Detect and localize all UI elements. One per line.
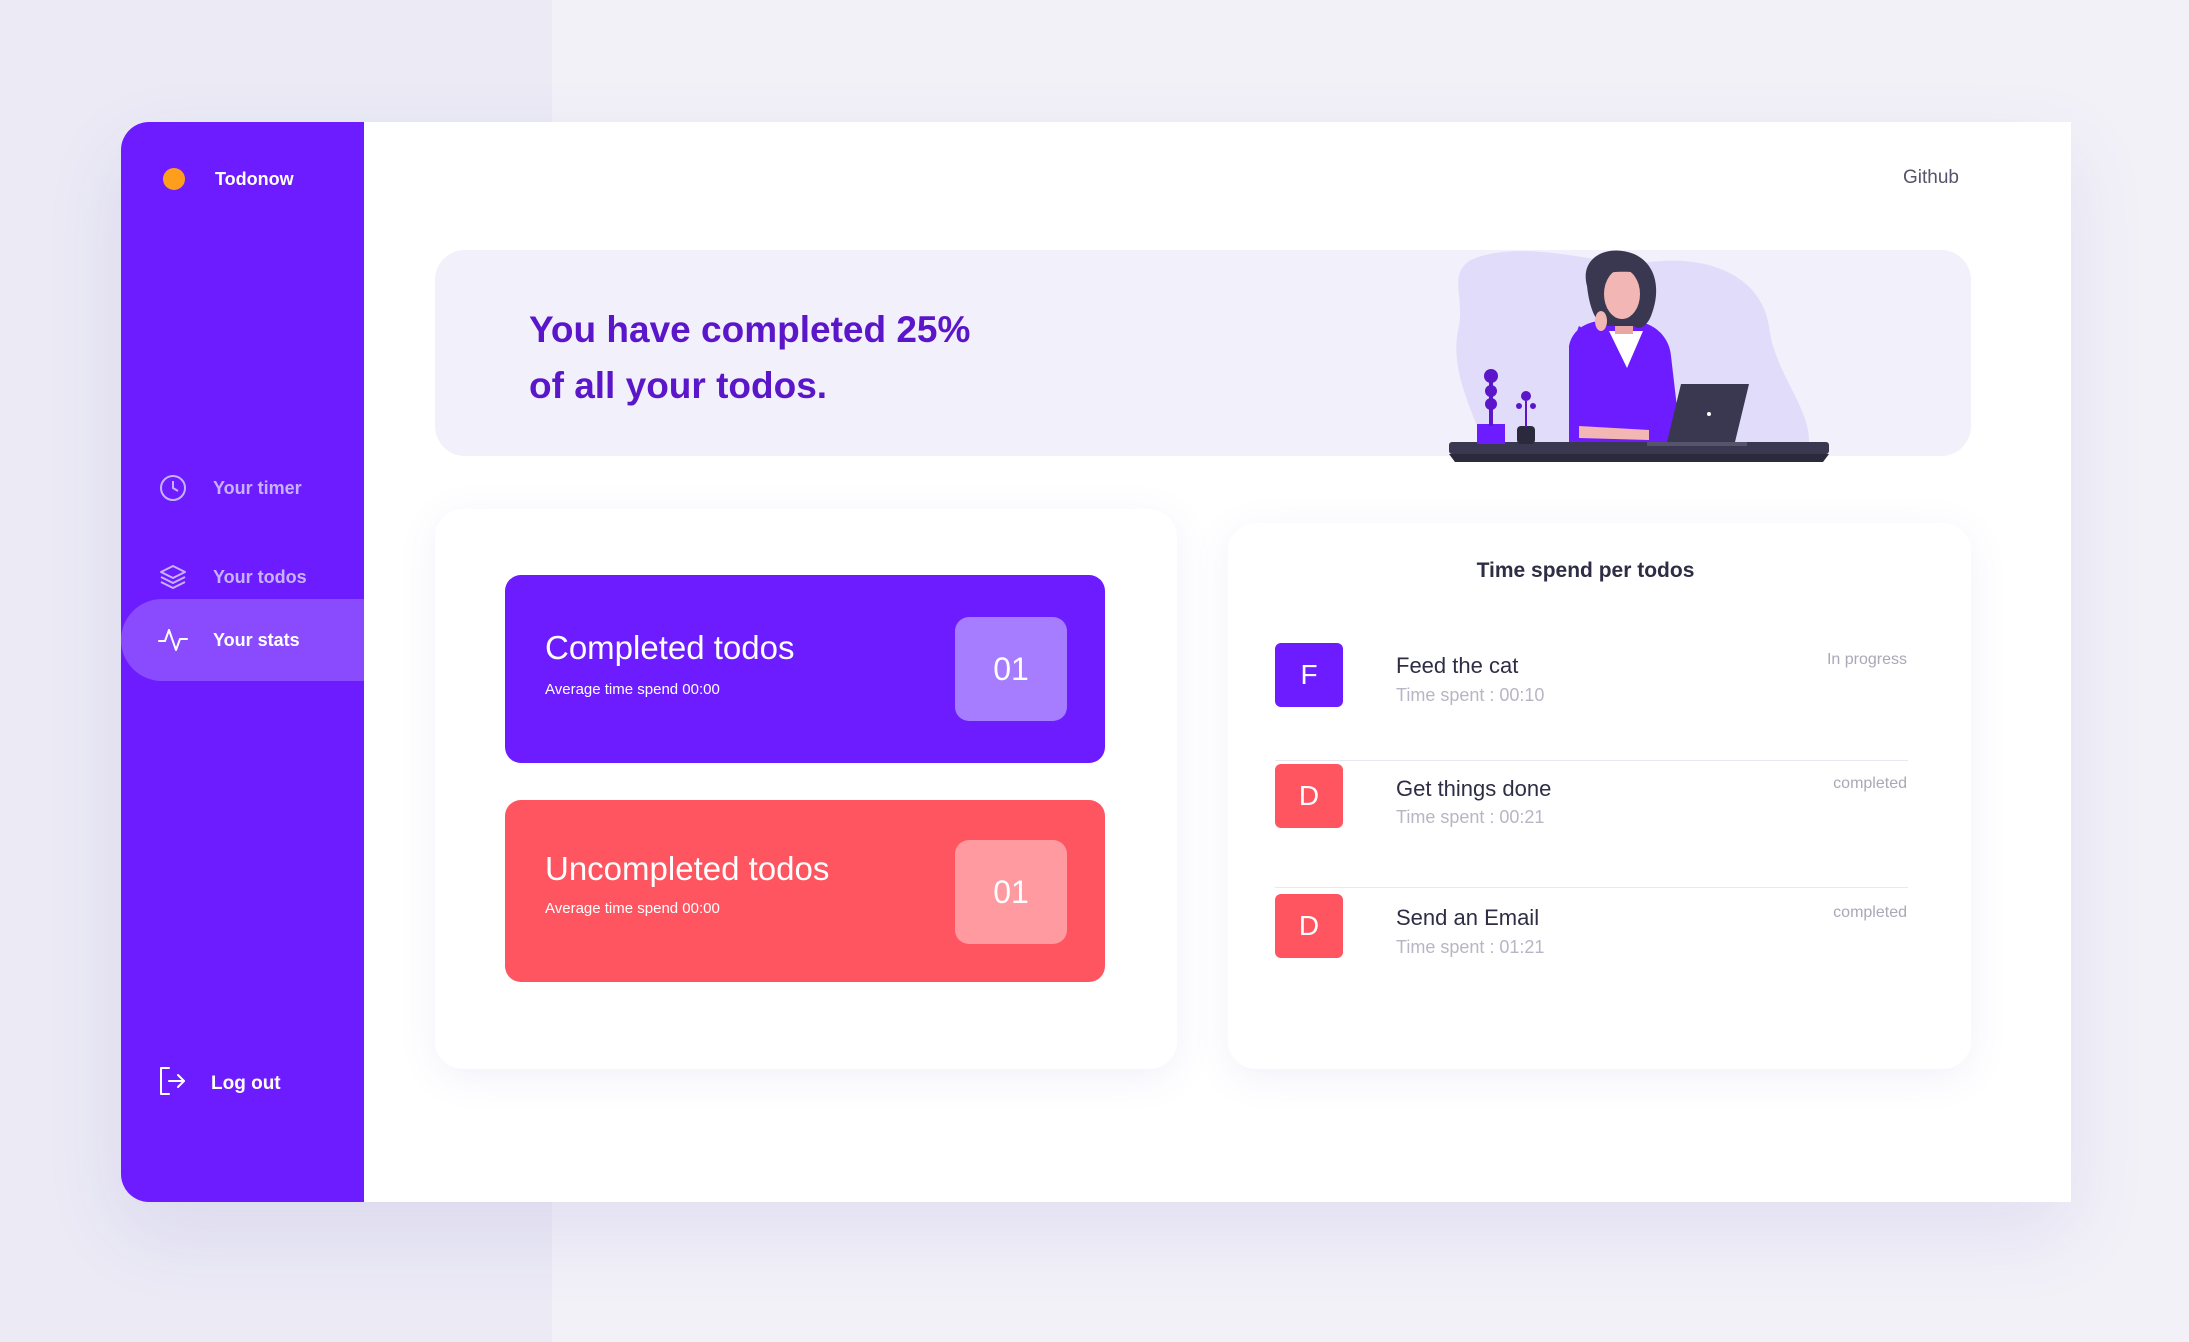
logout-button[interactable]: Log out (157, 1065, 281, 1103)
woman-at-desk-illustration (1449, 250, 1829, 462)
todo-time-spent: Time spent : 00:21 (1396, 807, 1545, 827)
uncompleted-todos-title: Uncompleted todos (545, 850, 830, 887)
sidebar: Todonow Your timer Your todos Your stats… (121, 122, 364, 1202)
sidebar-item-label: Your stats (213, 629, 300, 650)
completed-todos-card[interactable]: Completed todos Average time spend 00:00… (505, 575, 1105, 763)
banner-title-line1: You have completed 25% (529, 309, 971, 350)
stats-panel: Completed todos Average time spend 00:00… (435, 509, 1177, 1069)
banner-title-line2: of all your todos. (529, 365, 828, 406)
completed-todos-title: Completed todos (545, 629, 795, 666)
clock-icon (157, 472, 189, 504)
completed-todos-count: 01 (955, 617, 1067, 721)
activity-icon (157, 624, 189, 656)
panel-title: Time spend per todos (1476, 559, 1695, 582)
completed-todos-average: Average time spend 00:00 (545, 681, 720, 698)
brand-logo-dot (163, 168, 185, 190)
todo-name: Send an Email (1396, 905, 1540, 930)
sidebar-item-label: Your todos (213, 566, 307, 587)
todo-row[interactable]: D Get things done Time spent : 00:21 com… (1275, 761, 1908, 888)
app-window: Todonow Your timer Your todos Your stats… (121, 122, 2071, 1202)
todo-status: completed (1833, 904, 1907, 921)
time-per-todos-panel: Time spend per todos F Feed the cat Time… (1228, 523, 1971, 1069)
uncompleted-todos-average: Average time spend 00:00 (545, 900, 720, 917)
sidebar-item-label: Your timer (213, 477, 302, 498)
todo-initial-badge: D (1275, 764, 1343, 828)
todo-row[interactable]: F Feed the cat Time spent : 00:10 In pro… (1275, 641, 1908, 761)
todo-name: Get things done (1396, 776, 1552, 801)
todo-status: completed (1833, 775, 1907, 792)
sidebar-item-stats[interactable]: Your stats (121, 599, 364, 681)
github-link[interactable]: Github (1903, 167, 1959, 189)
todo-initial-badge: F (1275, 643, 1343, 707)
brand-name: Todonow (215, 168, 294, 189)
todo-time-spent: Time spent : 01:21 (1396, 937, 1545, 957)
brand[interactable]: Todonow (163, 168, 294, 190)
logout-icon (157, 1065, 187, 1103)
todo-initial-badge: D (1275, 894, 1343, 958)
todo-status: In progress (1826, 651, 1907, 668)
progress-banner: You have completed 25% of all your todos… (435, 250, 1971, 462)
todo-row[interactable]: D Send an Email Time spent : 01:21 compl… (1275, 888, 1908, 1008)
todo-name: Feed the cat (1396, 653, 1519, 678)
banner-title: You have completed 25% of all your todos… (529, 302, 1049, 414)
layers-icon (157, 561, 189, 593)
todo-time-spent: Time spent : 00:10 (1396, 685, 1545, 705)
logout-label: Log out (211, 1073, 281, 1094)
uncompleted-todos-count: 01 (955, 840, 1067, 944)
sidebar-item-timer[interactable]: Your timer (121, 447, 364, 529)
uncompleted-todos-card[interactable]: Uncompleted todos Average time spend 00:… (505, 800, 1105, 982)
